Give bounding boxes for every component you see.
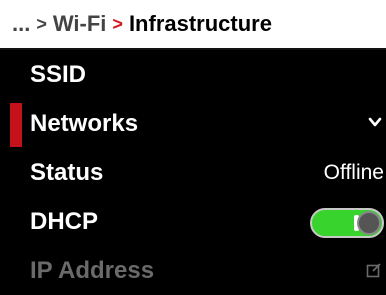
ssid-row[interactable]: SSID: [0, 50, 386, 99]
ip-address-label: IP Address: [30, 256, 155, 284]
dhcp-row[interactable]: DHCP: [0, 197, 386, 246]
edit-icon: [366, 263, 381, 278]
settings-list: SSID Networks Status Offline DHCP IP Add…: [0, 50, 386, 295]
dhcp-label: DHCP: [30, 207, 99, 235]
status-label: Status: [30, 158, 104, 186]
networks-label: Networks: [30, 109, 139, 137]
breadcrumb: ... > Wi-Fi > Infrastructure: [0, 0, 386, 50]
ip-address-row: IP Address: [0, 246, 386, 295]
status-row: Status Offline: [0, 148, 386, 197]
toggle-knob: [357, 211, 381, 235]
breadcrumb-separator-active: >: [112, 13, 123, 34]
breadcrumb-current-infrastructure: Infrastructure: [128, 11, 272, 36]
networks-row[interactable]: Networks: [0, 99, 386, 148]
ssid-label: SSID: [30, 60, 87, 88]
selection-indicator: [10, 103, 22, 147]
breadcrumb-separator: >: [36, 13, 47, 34]
dhcp-toggle[interactable]: [310, 208, 384, 238]
wifi-infrastructure-screen: ... > Wi-Fi > Infrastructure SSID Networ…: [0, 0, 386, 295]
chevron-down-icon[interactable]: [368, 116, 382, 128]
breadcrumb-wifi[interactable]: Wi-Fi: [53, 11, 107, 37]
breadcrumb-ellipsis[interactable]: ...: [12, 11, 30, 37]
status-value: Offline: [323, 160, 384, 184]
